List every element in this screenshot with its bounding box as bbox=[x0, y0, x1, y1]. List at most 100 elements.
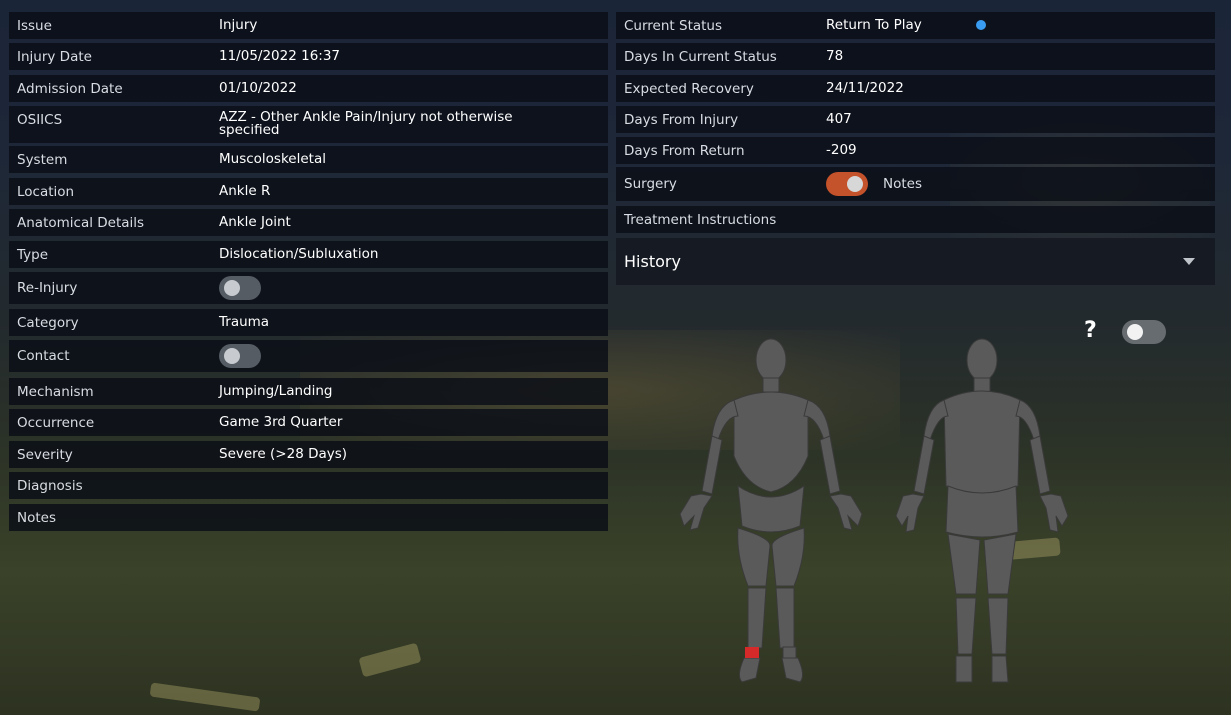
abdomen bbox=[737, 484, 805, 533]
status-dot-icon bbox=[976, 20, 986, 30]
row-label: Days From Return bbox=[624, 142, 745, 159]
row-label: Current Status bbox=[624, 17, 723, 34]
surgery-notes-link[interactable]: Notes bbox=[883, 177, 922, 191]
row-value: Dislocation/Subluxation bbox=[219, 246, 379, 262]
history-accordion[interactable]: History bbox=[616, 238, 1215, 285]
shin-right bbox=[775, 587, 795, 649]
head bbox=[755, 338, 787, 382]
row-issue[interactable]: Issue Injury bbox=[9, 12, 608, 39]
row-value: Muscoloskeletal bbox=[219, 151, 326, 167]
row-label: Anatomical Details bbox=[17, 214, 145, 231]
row-value bbox=[219, 272, 600, 304]
heel-back-right bbox=[991, 655, 1009, 683]
row-label: Expected Recovery bbox=[624, 80, 754, 97]
row-value: Ankle R bbox=[219, 183, 271, 199]
row-label: Re-Injury bbox=[17, 280, 78, 296]
row-value: AZZ - Other Ankle Pain/Injury not otherw… bbox=[219, 109, 513, 138]
row-current-status[interactable]: Current Status Return To Play bbox=[616, 12, 1215, 39]
row-injury-date[interactable]: Injury Date 11/05/2022 16:37 bbox=[9, 43, 608, 70]
help-icon[interactable]: ? bbox=[1084, 318, 1097, 343]
neck bbox=[762, 377, 780, 393]
row-label: Days In Current Status bbox=[624, 48, 777, 65]
row-label: OSIICS bbox=[17, 112, 63, 128]
row-notes[interactable]: Notes bbox=[9, 504, 608, 531]
row-label: Category bbox=[17, 314, 79, 331]
row-value: Return To Play bbox=[826, 17, 922, 33]
shin-left bbox=[747, 587, 767, 649]
row-value: Injury bbox=[219, 17, 258, 33]
toggle-knob bbox=[224, 280, 240, 296]
row-value: 407 bbox=[826, 111, 852, 127]
hand-back-right bbox=[1039, 493, 1069, 533]
row-admission-date[interactable]: Admission Date 01/10/2022 bbox=[9, 75, 608, 102]
row-system[interactable]: System Muscoloskeletal bbox=[9, 146, 608, 173]
row-label: Contact bbox=[17, 348, 70, 364]
row-value: Trauma bbox=[219, 314, 270, 330]
calf-back-right bbox=[987, 597, 1009, 655]
row-value bbox=[219, 340, 600, 372]
row-location[interactable]: Location Ankle R bbox=[9, 178, 608, 205]
row-mechanism[interactable]: Mechanism Jumping/Landing bbox=[9, 378, 608, 405]
body-map-toggle[interactable] bbox=[1122, 320, 1166, 344]
arm-back-right bbox=[1029, 435, 1051, 495]
row-label: Diagnosis bbox=[17, 477, 83, 494]
ankle-left bbox=[782, 646, 797, 659]
body-back-figure[interactable] bbox=[892, 336, 1072, 686]
toggle-knob bbox=[1127, 324, 1143, 340]
upper-arm-right bbox=[819, 435, 841, 495]
row-treatment-instructions[interactable]: Treatment Instructions bbox=[616, 206, 1215, 233]
row-label: Occurrence bbox=[17, 414, 95, 431]
back bbox=[943, 390, 1021, 495]
thigh-left bbox=[737, 527, 771, 587]
row-value: Severe (>28 Days) bbox=[219, 446, 348, 462]
row-value: Notes bbox=[826, 167, 1207, 201]
row-value: -209 bbox=[826, 142, 857, 158]
row-label: Issue bbox=[17, 17, 52, 34]
toggle-knob bbox=[224, 348, 240, 364]
body-front-figure[interactable] bbox=[676, 336, 866, 686]
row-label: Location bbox=[17, 183, 75, 200]
row-days-in-status[interactable]: Days In Current Status 78 bbox=[616, 43, 1215, 70]
chevron-down-icon[interactable] bbox=[1183, 258, 1195, 265]
row-diagnosis[interactable]: Diagnosis bbox=[9, 472, 608, 499]
row-occurrence[interactable]: Occurrence Game 3rd Quarter bbox=[9, 409, 608, 436]
row-value: Game 3rd Quarter bbox=[219, 414, 343, 430]
row-days-from-return[interactable]: Days From Return -209 bbox=[616, 137, 1215, 164]
surgery-toggle[interactable] bbox=[826, 172, 868, 196]
hand-back-left bbox=[895, 493, 925, 533]
heel-back-left bbox=[955, 655, 973, 683]
thigh-back-right bbox=[983, 533, 1017, 595]
row-value bbox=[219, 472, 600, 499]
toggle-knob bbox=[847, 176, 863, 192]
neck-back bbox=[973, 377, 991, 393]
row-label: Notes bbox=[17, 509, 56, 526]
contact-toggle[interactable] bbox=[219, 344, 261, 368]
arm-back-left bbox=[913, 435, 935, 495]
thigh-right bbox=[771, 527, 805, 587]
row-osiics[interactable]: OSIICS AZZ - Other Ankle Pain/Injury not… bbox=[9, 106, 608, 143]
row-type[interactable]: Type Dislocation/Subluxation bbox=[9, 241, 608, 268]
row-value: Ankle Joint bbox=[219, 214, 291, 230]
row-label: System bbox=[17, 151, 68, 168]
background-decoration bbox=[358, 642, 422, 678]
row-category[interactable]: Category Trauma bbox=[9, 309, 608, 336]
row-days-from-injury[interactable]: Days From Injury 407 bbox=[616, 106, 1215, 133]
row-value: Jumping/Landing bbox=[219, 383, 333, 399]
history-title: History bbox=[624, 252, 681, 271]
row-expected-recovery[interactable]: Expected Recovery 24/11/2022 bbox=[616, 75, 1215, 102]
foot-right bbox=[781, 657, 804, 683]
row-severity[interactable]: Severity Severe (>28 Days) bbox=[9, 441, 608, 468]
re-injury-toggle[interactable] bbox=[219, 276, 261, 300]
row-label: Surgery bbox=[624, 176, 677, 192]
row-value: 01/10/2022 bbox=[219, 80, 297, 96]
injury-marker-ankle-right[interactable] bbox=[745, 647, 759, 658]
row-label: Treatment Instructions bbox=[624, 211, 777, 228]
calf-back-left bbox=[955, 597, 977, 655]
row-value: 11/05/2022 16:37 bbox=[219, 48, 341, 64]
row-label: Mechanism bbox=[17, 383, 94, 400]
hand-left bbox=[679, 493, 713, 531]
row-anatomical-details[interactable]: Anatomical Details Ankle Joint bbox=[9, 209, 608, 236]
row-value: 24/11/2022 bbox=[826, 80, 904, 96]
hand-right bbox=[829, 493, 863, 531]
row-label: Injury Date bbox=[17, 48, 92, 65]
